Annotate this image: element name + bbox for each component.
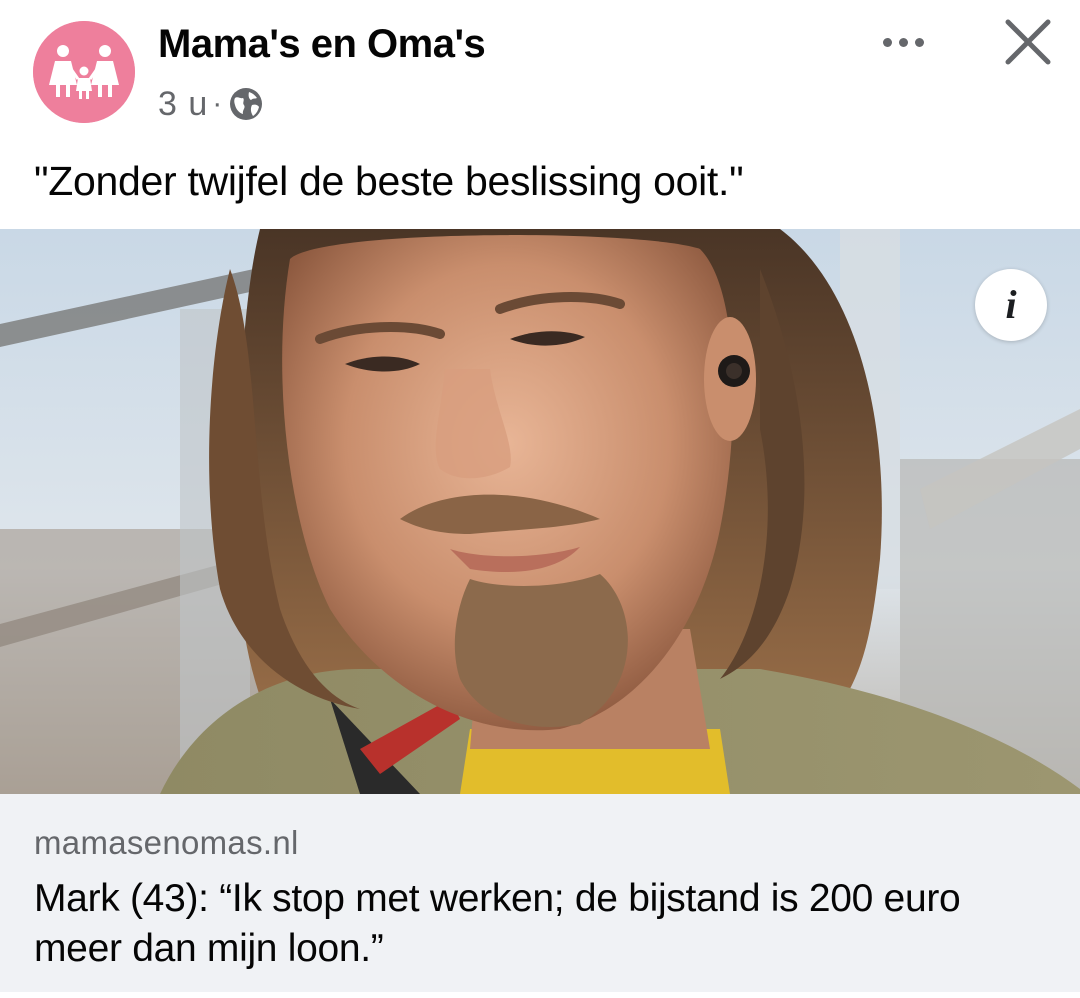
globe-icon[interactable] — [228, 86, 264, 122]
more-dot — [898, 37, 908, 47]
close-icon[interactable] — [1000, 14, 1056, 70]
post-photo[interactable] — [0, 229, 1080, 794]
page-avatar[interactable] — [33, 21, 135, 123]
more-dot — [914, 37, 924, 47]
more-dot — [882, 37, 892, 47]
info-icon: i — [1005, 282, 1017, 327]
page-name[interactable]: Mama's en Oma's — [158, 22, 486, 67]
post-time[interactable]: 3 u — [158, 85, 208, 124]
post-meta: 3 u · — [158, 82, 264, 126]
more-options-button[interactable] — [872, 22, 934, 62]
meta-separator: · — [212, 87, 223, 120]
portrait-photo — [0, 229, 1080, 794]
info-button[interactable]: i — [975, 269, 1047, 341]
post-caption: "Zonder twijfel de beste beslissing ooit… — [34, 158, 744, 204]
link-domain: mamasenomas.nl — [34, 824, 299, 861]
link-title: Mark (43): “Ik stop met werken; de bijst… — [34, 877, 961, 970]
link-preview[interactable]: mamasenomas.nl Mark (43): “Ik stop met w… — [0, 794, 1080, 992]
post-bottom-divider — [0, 992, 1080, 998]
family-logo-icon — [33, 21, 135, 123]
feed-post: Mama's en Oma's 3 u · "Zonder twijfel de… — [0, 0, 1080, 998]
